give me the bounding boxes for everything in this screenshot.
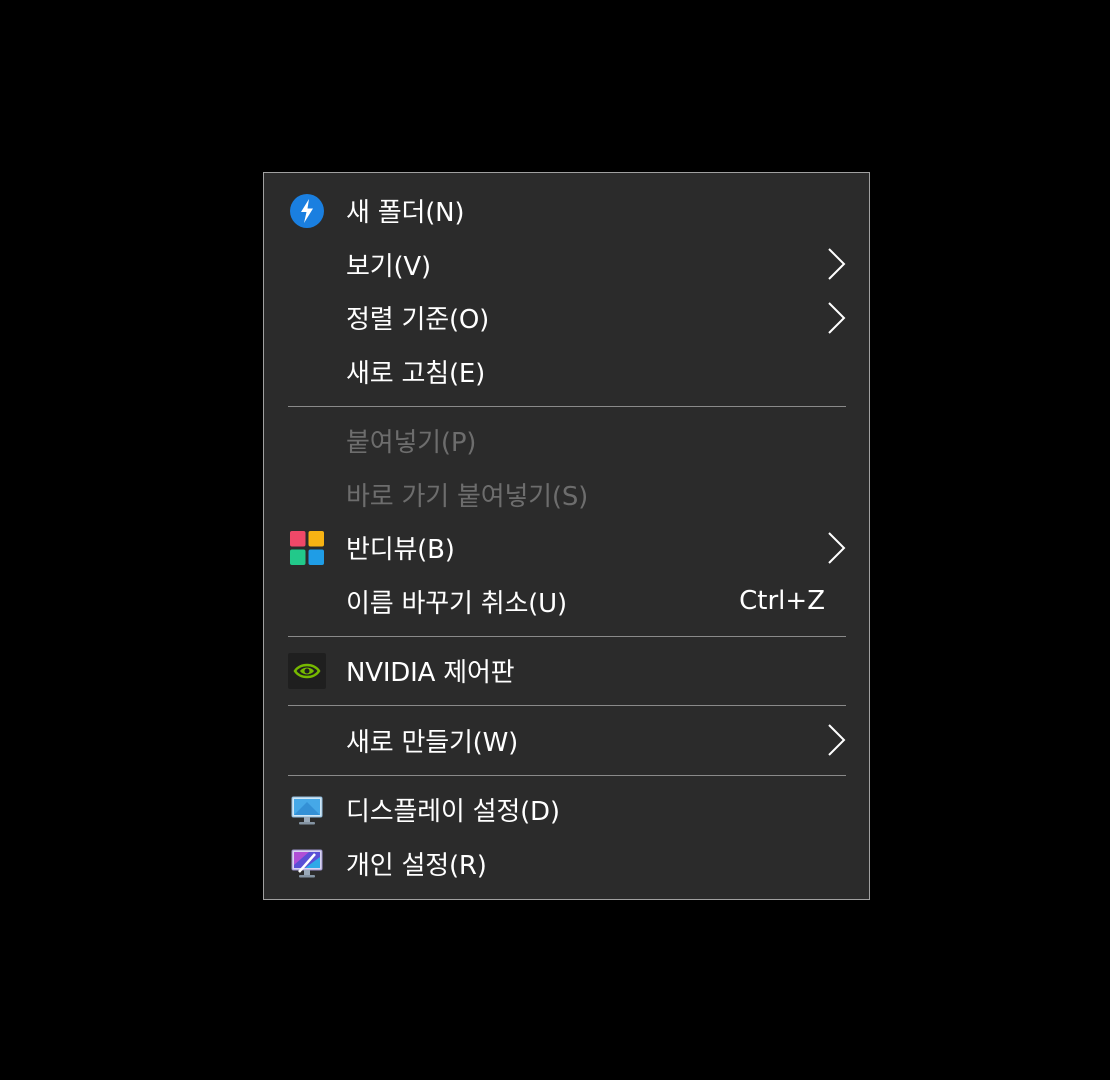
desktop-context-menu: 새 폴더(N) 보기(V) 정렬 기준(O) 새로 고침(E) 붙여넣기(P) … [263,172,870,900]
menu-item-sort-by[interactable]: 정렬 기준(O) [264,291,869,345]
chevron-right-icon [828,724,846,756]
menu-item-label: 새로 고침(E) [346,358,486,389]
menu-item-view[interactable]: 보기(V) [264,238,869,292]
menu-item-new[interactable]: 새로 만들기(W) [264,714,869,768]
nvidia-icon [288,652,326,690]
menu-item-shortcut: Ctrl+Z [739,586,825,617]
menu-item-nvidia-control-panel[interactable]: NVIDIA 제어판 [264,644,869,698]
menu-item-label: 붙여넣기(P) [346,428,477,459]
menu-separator [288,705,846,706]
blue-bolt-icon [288,192,326,230]
chevron-right-icon [828,248,846,280]
menu-item-new-folder[interactable]: 새 폴더(N) [264,184,869,238]
menu-item-label: 개인 설정(R) [346,850,487,881]
bandiview-icon [288,529,326,567]
menu-item-label: 새 폴더(N) [346,198,465,229]
menu-separator [288,774,846,776]
menu-item-paste: 붙여넣기(P) [264,414,869,468]
menu-item-label: 새로 만들기(W) [346,727,519,758]
menu-item-personalize[interactable]: 개인 설정(R) [264,837,869,891]
menu-item-label: 정렬 기준(O) [346,305,490,336]
menu-item-label: 이름 바꾸기 취소(U) [346,588,567,619]
menu-item-refresh[interactable]: 새로 고침(E) [264,345,869,399]
menu-item-label: 보기(V) [346,251,431,282]
menu-separator [288,635,846,637]
menu-item-display-settings[interactable]: 디스플레이 설정(D) [264,783,869,837]
chevron-right-icon [828,532,846,564]
menu-item-label: NVIDIA 제어판 [346,658,515,689]
menu-separator [288,405,846,407]
menu-item-label: 바로 가기 붙여넣기(S) [346,481,589,512]
menu-item-label: 반디뷰(B) [346,535,455,566]
personalize-monitor-icon [288,844,326,882]
menu-item-label: 디스플레이 설정(D) [346,797,560,828]
menu-item-undo-rename[interactable]: 이름 바꾸기 취소(U) Ctrl+Z [264,575,869,629]
menu-item-bandiview[interactable]: 반디뷰(B) [264,521,869,575]
chevron-right-icon [828,302,846,334]
menu-item-paste-shortcut: 바로 가기 붙여넣기(S) [264,468,869,522]
display-monitor-icon [288,791,326,829]
